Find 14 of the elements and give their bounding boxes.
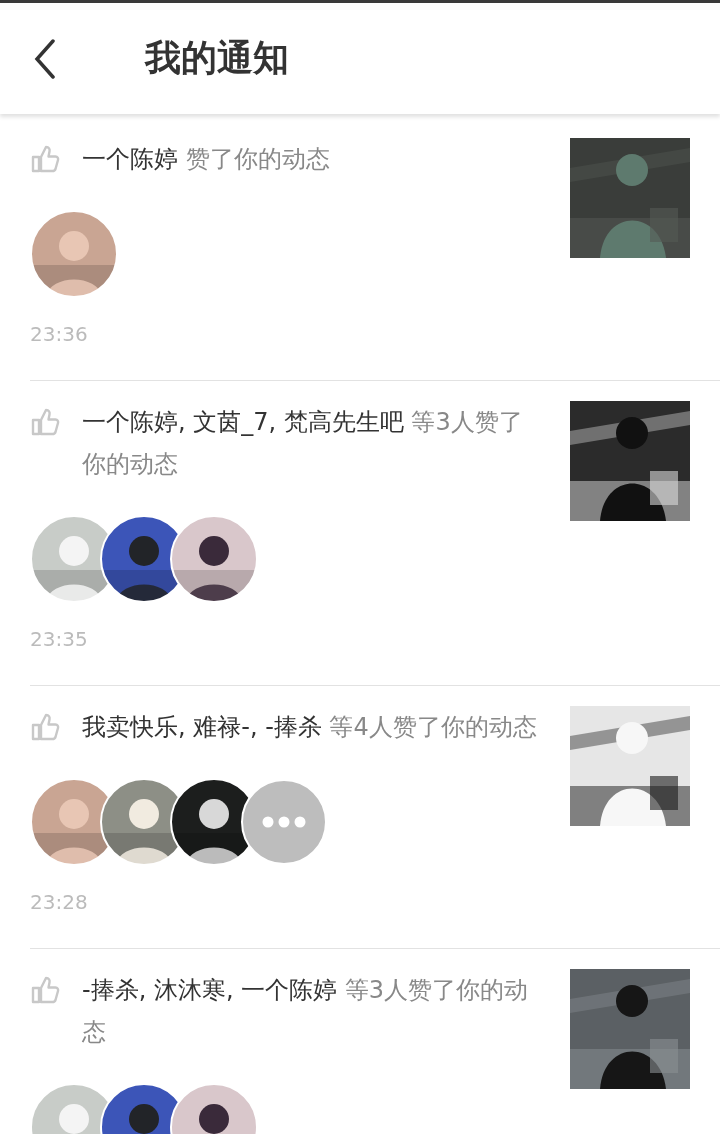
thumbs-up-icon (30, 407, 60, 437)
back-icon[interactable] (33, 38, 57, 79)
timestamp: 23:36 (30, 322, 89, 346)
notification-text: 我卖快乐, 难禄-, -捧杀 等4人赞了你的动态 (82, 712, 538, 743)
more-icon[interactable] (240, 778, 328, 866)
thumbs-up-icon (30, 975, 60, 1005)
timestamp: 23:35 (30, 627, 89, 651)
page-title: 我的通知 (145, 36, 289, 80)
thumbs-up-icon (30, 144, 60, 174)
notification-text: 一个陈婷, 文茵_7, 梵高先生吧 等3人赞了你的动态 (82, 407, 524, 480)
thumbs-up-icon (30, 712, 60, 742)
notification-text: -捧杀, 沐沐寒, 一个陈婷 等3人赞了你的动态 (82, 975, 530, 1048)
timestamp: 23:28 (30, 890, 89, 914)
notification-text: 一个陈婷 赞了你的动态 (82, 144, 331, 175)
